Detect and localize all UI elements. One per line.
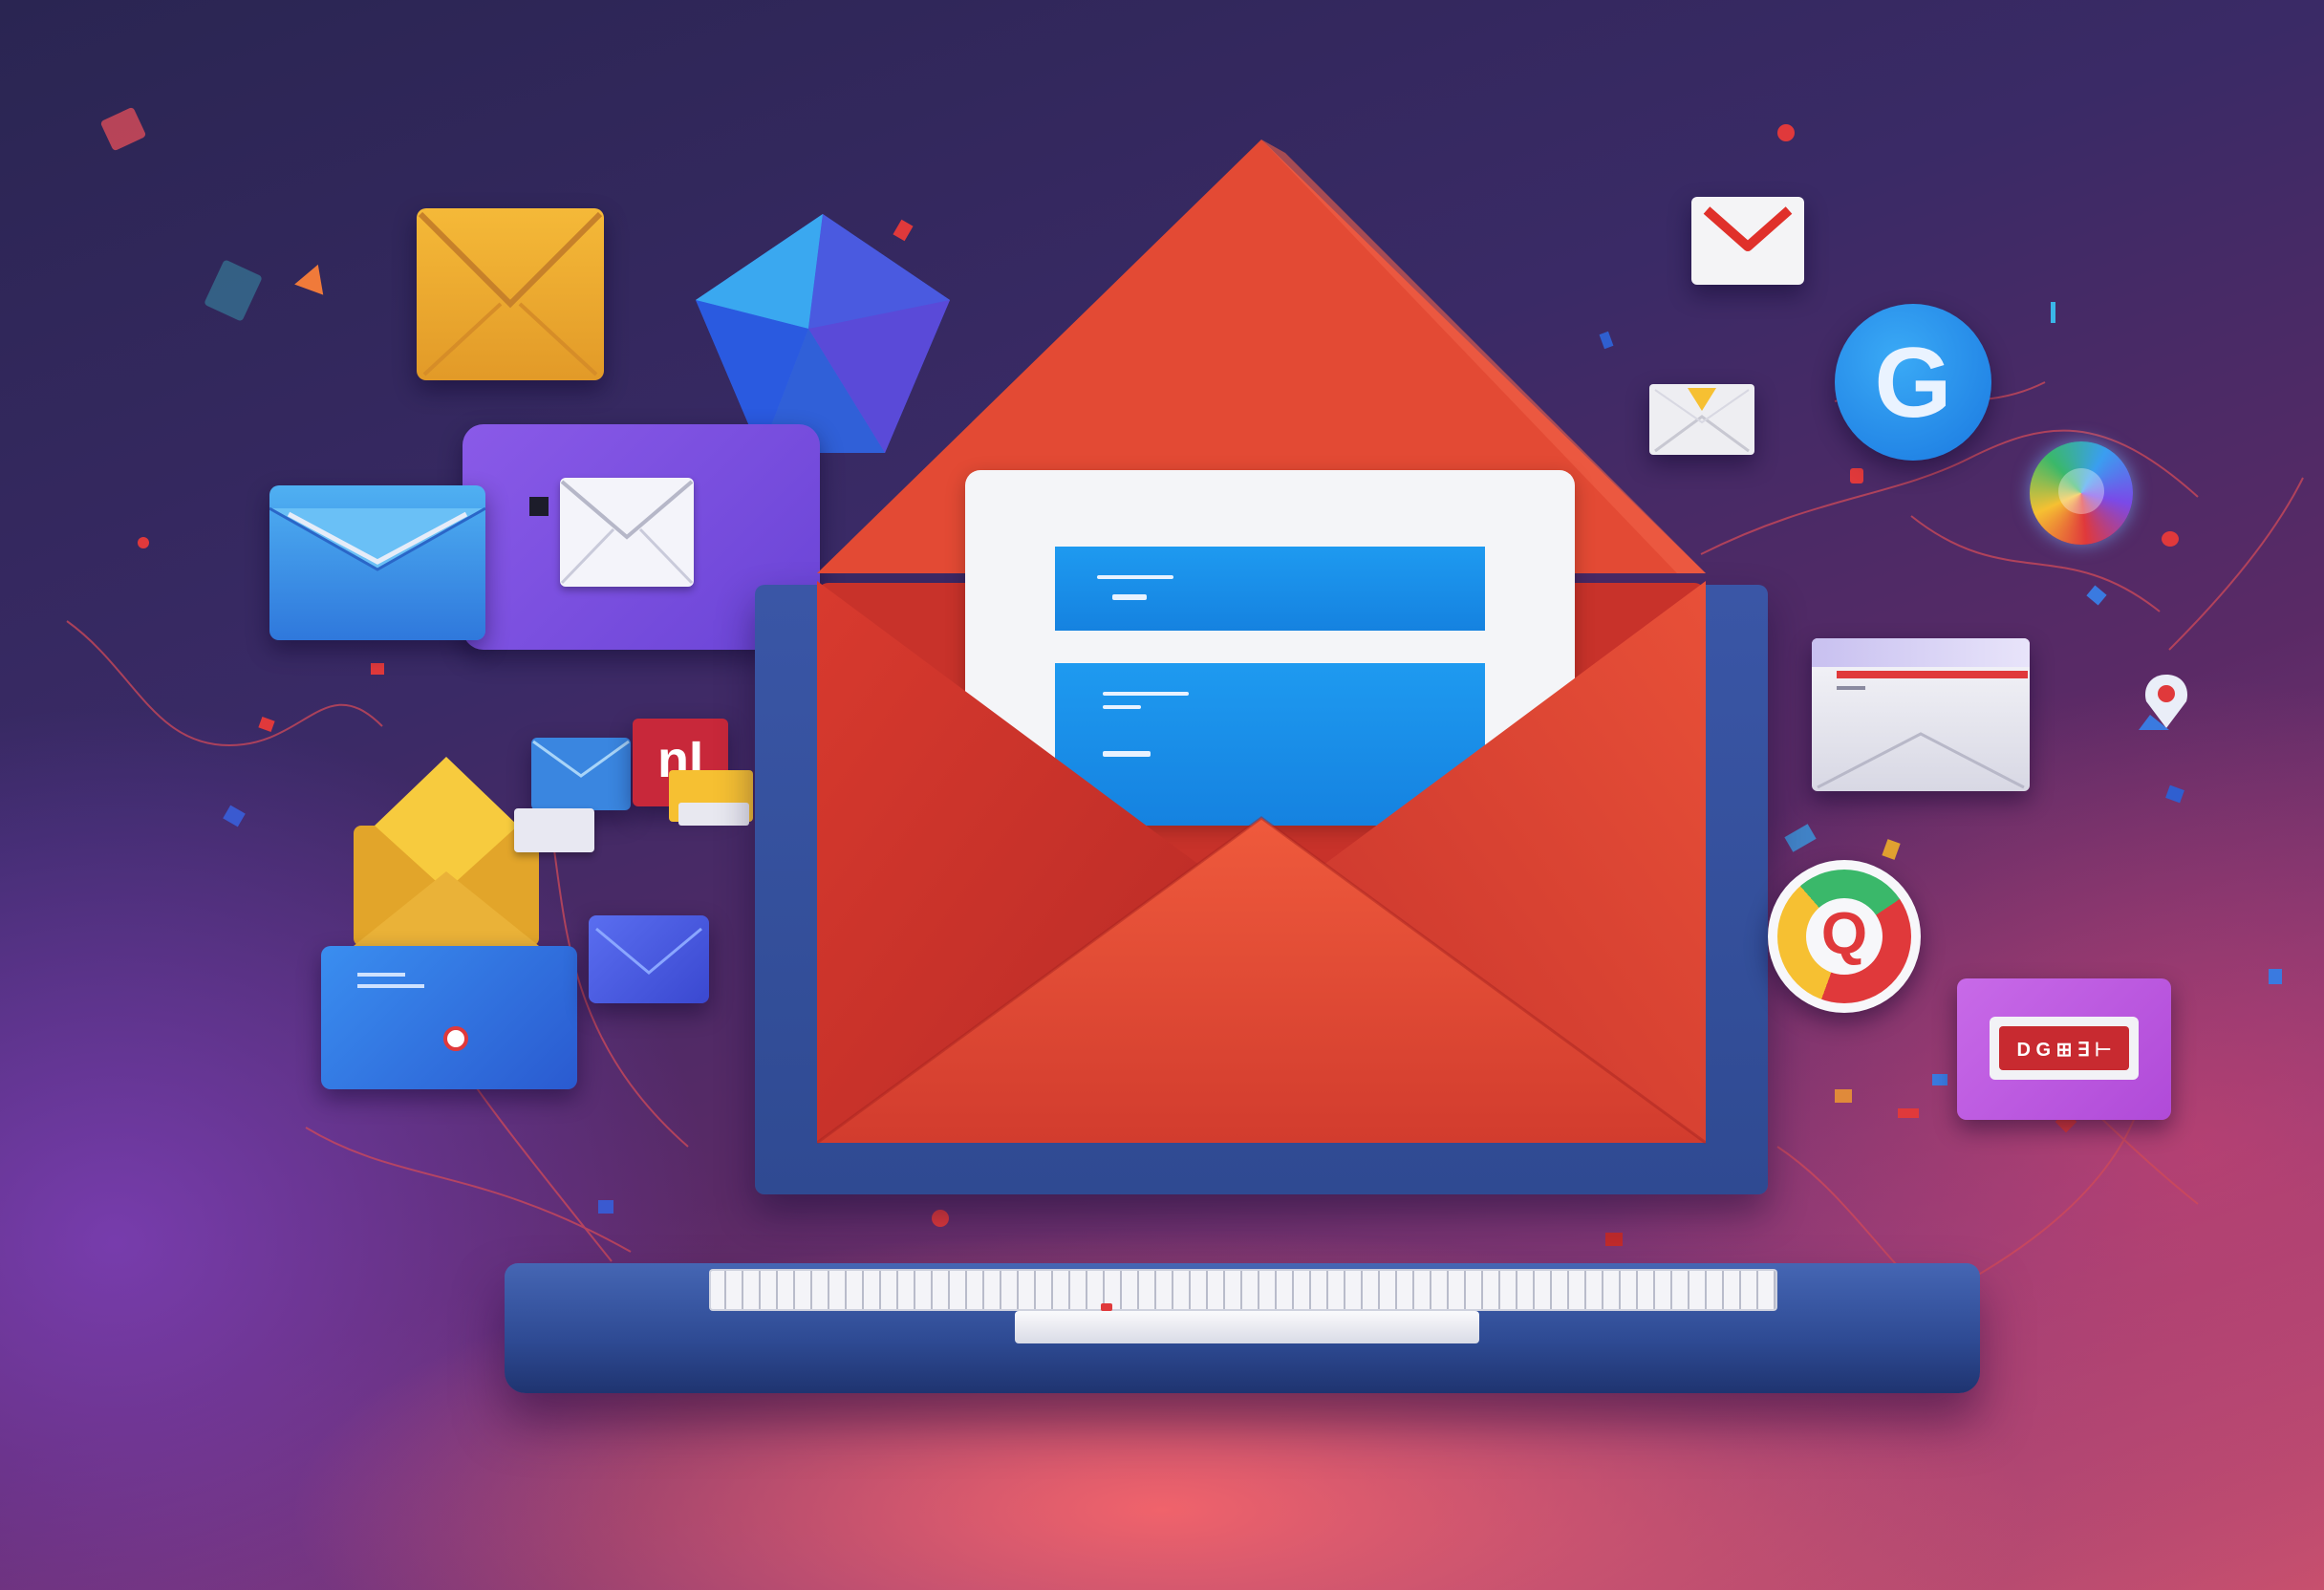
gmail-envelope-icon [1691, 197, 1804, 285]
laptop-trackpad [1015, 1311, 1479, 1343]
dark-square [529, 497, 549, 516]
stacked-cards [678, 803, 749, 826]
search-letter: Q [1820, 901, 1868, 967]
white-inbox-card-icon [1812, 638, 2030, 791]
pin-dot [443, 1026, 468, 1051]
pink-badge-card-icon: D G ⊞ ∃ ⊢ [1957, 978, 2171, 1120]
tablet-line [357, 973, 405, 977]
small-white-envelope-icon [1649, 384, 1754, 455]
badge-red-label: D G ⊞ ∃ ⊢ [1999, 1026, 2129, 1070]
map-pin-icon [2137, 673, 2196, 732]
colorful-orb-icon [2030, 441, 2133, 545]
blue-envelope-icon [269, 485, 485, 640]
yellow-open-envelope-icon [350, 757, 543, 950]
google-g-letter: G [1874, 328, 1952, 439]
small-blue-envelope-icon [531, 738, 631, 810]
laptop-keyboard [709, 1269, 1777, 1311]
chrome-search-icon: Q [1768, 860, 1921, 1013]
big-envelope-front [817, 581, 1706, 1145]
pink-card-text: D G ⊞ ∃ ⊢ [2016, 1040, 2112, 1061]
tablet-line [357, 984, 424, 988]
orb-highlight [2058, 468, 2104, 514]
badge-plate: D G ⊞ ∃ ⊢ [1990, 1017, 2139, 1080]
white-slip [514, 808, 594, 852]
trackpad-indicator [1101, 1303, 1112, 1311]
blue-cube-icon [589, 915, 709, 1003]
yellow-envelope-icon [417, 208, 604, 380]
blue-tablet-card-icon [321, 946, 577, 1089]
google-g-icon: G [1835, 304, 1991, 461]
white-envelope-icon [560, 478, 694, 587]
